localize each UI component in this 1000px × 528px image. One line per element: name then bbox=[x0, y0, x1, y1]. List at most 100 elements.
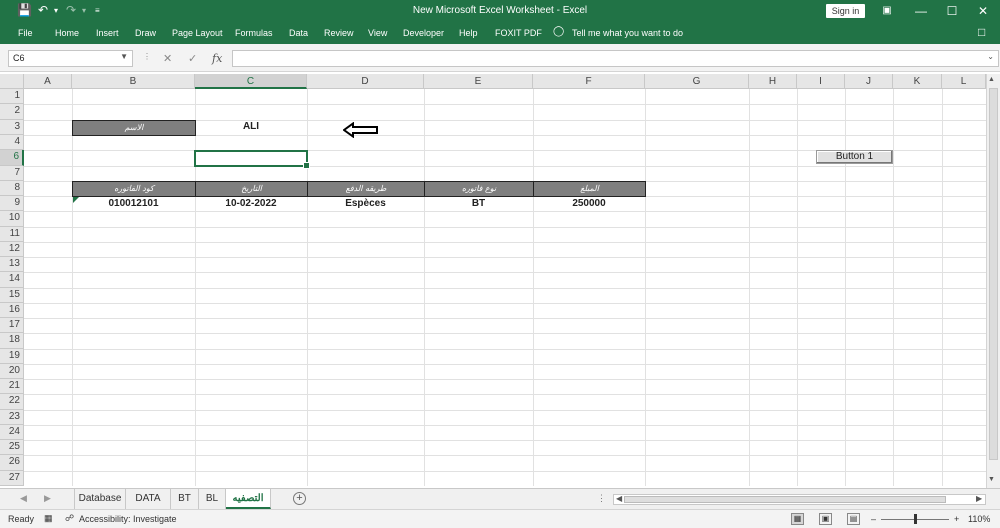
column-header-c[interactable]: C bbox=[195, 74, 307, 89]
zoom-slider-thumb[interactable] bbox=[914, 514, 917, 524]
tell-me-search[interactable]: Tell me what you want to do bbox=[572, 28, 683, 38]
tab-view[interactable]: View bbox=[368, 28, 387, 38]
horizontal-scroll-thumb[interactable] bbox=[624, 496, 946, 503]
row-header-11[interactable]: 11 bbox=[0, 227, 24, 242]
row-header-6[interactable]: 6 bbox=[0, 150, 24, 166]
expand-formula-icon[interactable]: ⌄ bbox=[987, 52, 994, 61]
sheet-tab-database[interactable]: Database bbox=[74, 489, 126, 509]
row-header-7[interactable]: 7 bbox=[0, 166, 24, 181]
cell-b8-invoice-code-header[interactable]: كود الفاتوره bbox=[72, 181, 196, 197]
left-arrow-icon[interactable] bbox=[343, 122, 379, 138]
column-header-k[interactable]: K bbox=[893, 74, 942, 89]
vertical-scroll-thumb[interactable] bbox=[989, 88, 998, 460]
cell-c9-date[interactable]: 10-02-2022 bbox=[195, 197, 307, 212]
worksheet-grid[interactable]: A B C D E F G H I J K L 1 2 3 4 6 7 8 9 … bbox=[0, 74, 1000, 486]
column-header-e[interactable]: E bbox=[424, 74, 533, 89]
column-header-j[interactable]: J bbox=[845, 74, 893, 89]
accessibility-status[interactable]: Accessibility: Investigate bbox=[79, 514, 177, 524]
row-header-16[interactable]: 16 bbox=[0, 303, 24, 318]
formula-input[interactable]: ⌄ bbox=[232, 50, 999, 67]
tab-insert[interactable]: Insert bbox=[96, 28, 119, 38]
row-header-25[interactable]: 25 bbox=[0, 440, 24, 455]
column-header-f[interactable]: F bbox=[533, 74, 645, 89]
column-header-i[interactable]: I bbox=[797, 74, 845, 89]
tab-data[interactable]: Data bbox=[289, 28, 308, 38]
ribbon-display-icon[interactable]: ▣ bbox=[877, 2, 897, 20]
zoom-in-icon[interactable]: + bbox=[954, 514, 959, 524]
row-header-17[interactable]: 17 bbox=[0, 318, 24, 333]
close-icon[interactable]: ✕ bbox=[973, 2, 993, 20]
column-header-g[interactable]: G bbox=[645, 74, 749, 89]
scroll-down-icon[interactable]: ▼ bbox=[988, 476, 995, 483]
sheet-tab-bt[interactable]: BT bbox=[171, 489, 199, 509]
row-header-4[interactable]: 4 bbox=[0, 135, 24, 150]
macro-recording-icon[interactable]: ▦ bbox=[44, 513, 53, 524]
tab-draw[interactable]: Draw bbox=[135, 28, 156, 38]
insert-function-icon[interactable]: fx bbox=[212, 52, 222, 65]
column-header-b[interactable]: B bbox=[72, 74, 195, 89]
tab-home[interactable]: Home bbox=[55, 28, 79, 38]
cell-b3-name-label[interactable]: الاسم bbox=[72, 120, 196, 136]
row-header-19[interactable]: 19 bbox=[0, 349, 24, 364]
row-header-24[interactable]: 24 bbox=[0, 425, 24, 440]
zoom-out-icon[interactable]: – bbox=[871, 514, 876, 524]
column-header-l[interactable]: L bbox=[942, 74, 986, 89]
column-header-h[interactable]: H bbox=[749, 74, 797, 89]
add-sheet-icon[interactable]: + bbox=[293, 492, 306, 505]
row-header-1[interactable]: 1 bbox=[0, 89, 24, 104]
page-layout-view-icon[interactable]: ▣ bbox=[819, 513, 832, 525]
row-header-15[interactable]: 15 bbox=[0, 288, 24, 303]
cell-f8-amount-header[interactable]: المبلغ bbox=[533, 181, 646, 197]
sheet-tab-data[interactable]: DATA bbox=[126, 489, 171, 509]
tab-page-layout[interactable]: Page Layout bbox=[172, 28, 223, 38]
form-button-1[interactable]: Button 1 bbox=[816, 150, 893, 164]
scroll-left-icon[interactable]: ◀ bbox=[616, 494, 622, 503]
row-header-2[interactable]: 2 bbox=[0, 104, 24, 120]
row-header-21[interactable]: 21 bbox=[0, 379, 24, 394]
cancel-icon[interactable]: ✕ bbox=[163, 52, 172, 65]
zoom-level[interactable]: 110% bbox=[968, 514, 990, 524]
row-header-3[interactable]: 3 bbox=[0, 120, 24, 135]
vertical-scrollbar[interactable]: ▲ ▼ bbox=[986, 74, 1000, 488]
column-header-a[interactable]: A bbox=[24, 74, 72, 89]
row-header-22[interactable]: 22 bbox=[0, 394, 24, 410]
row-header-9[interactable]: 9 bbox=[0, 196, 24, 211]
maximize-icon[interactable]: ☐ bbox=[942, 2, 962, 20]
sheet-tab-active[interactable]: التصفيه bbox=[226, 489, 271, 509]
select-all-corner[interactable] bbox=[0, 74, 24, 89]
active-cell-c6[interactable] bbox=[194, 150, 310, 169]
cell-d9-payment-method[interactable]: Espèces bbox=[307, 197, 424, 212]
scroll-right-icon[interactable]: ▶ bbox=[976, 494, 982, 503]
tab-file[interactable]: File bbox=[18, 28, 33, 38]
cell-d8-payment-method-header[interactable]: طريقه الدفع bbox=[307, 181, 425, 197]
cell-c3-name-value[interactable]: ALI bbox=[195, 120, 307, 135]
enter-icon[interactable]: ✓ bbox=[188, 52, 197, 65]
sign-in-button[interactable]: Sign in bbox=[826, 4, 865, 18]
cell-e9-invoice-type[interactable]: BT bbox=[424, 197, 533, 212]
row-header-26[interactable]: 26 bbox=[0, 455, 24, 471]
tab-formulas[interactable]: Formulas bbox=[235, 28, 273, 38]
row-header-18[interactable]: 18 bbox=[0, 333, 24, 349]
scroll-up-icon[interactable]: ▲ bbox=[988, 76, 995, 83]
cell-b9-invoice-code[interactable]: 010012101 bbox=[72, 197, 195, 212]
row-header-10[interactable]: 10 bbox=[0, 211, 24, 227]
prev-sheet-icon[interactable]: ◀ bbox=[20, 493, 27, 504]
minimize-icon[interactable]: — bbox=[911, 2, 931, 20]
row-header-13[interactable]: 13 bbox=[0, 257, 24, 272]
row-header-20[interactable]: 20 bbox=[0, 364, 24, 379]
next-sheet-icon[interactable]: ▶ bbox=[44, 493, 51, 504]
page-break-view-icon[interactable]: ▤ bbox=[847, 513, 860, 525]
tab-help[interactable]: Help bbox=[459, 28, 478, 38]
name-box[interactable]: C6 ▼ bbox=[8, 50, 133, 67]
accessibility-icon[interactable]: ☍ bbox=[65, 513, 74, 524]
row-header-23[interactable]: 23 bbox=[0, 410, 24, 425]
comments-icon[interactable]: □ bbox=[978, 25, 985, 39]
cell-f9-amount[interactable]: 250000 bbox=[533, 197, 645, 212]
horizontal-scrollbar[interactable]: ◀ ▶ bbox=[613, 494, 986, 505]
sheet-tab-bl[interactable]: BL bbox=[199, 489, 226, 509]
row-header-12[interactable]: 12 bbox=[0, 242, 24, 257]
column-header-d[interactable]: D bbox=[307, 74, 424, 89]
tab-review[interactable]: Review bbox=[324, 28, 354, 38]
tab-developer[interactable]: Developer bbox=[403, 28, 444, 38]
row-header-14[interactable]: 14 bbox=[0, 272, 24, 288]
